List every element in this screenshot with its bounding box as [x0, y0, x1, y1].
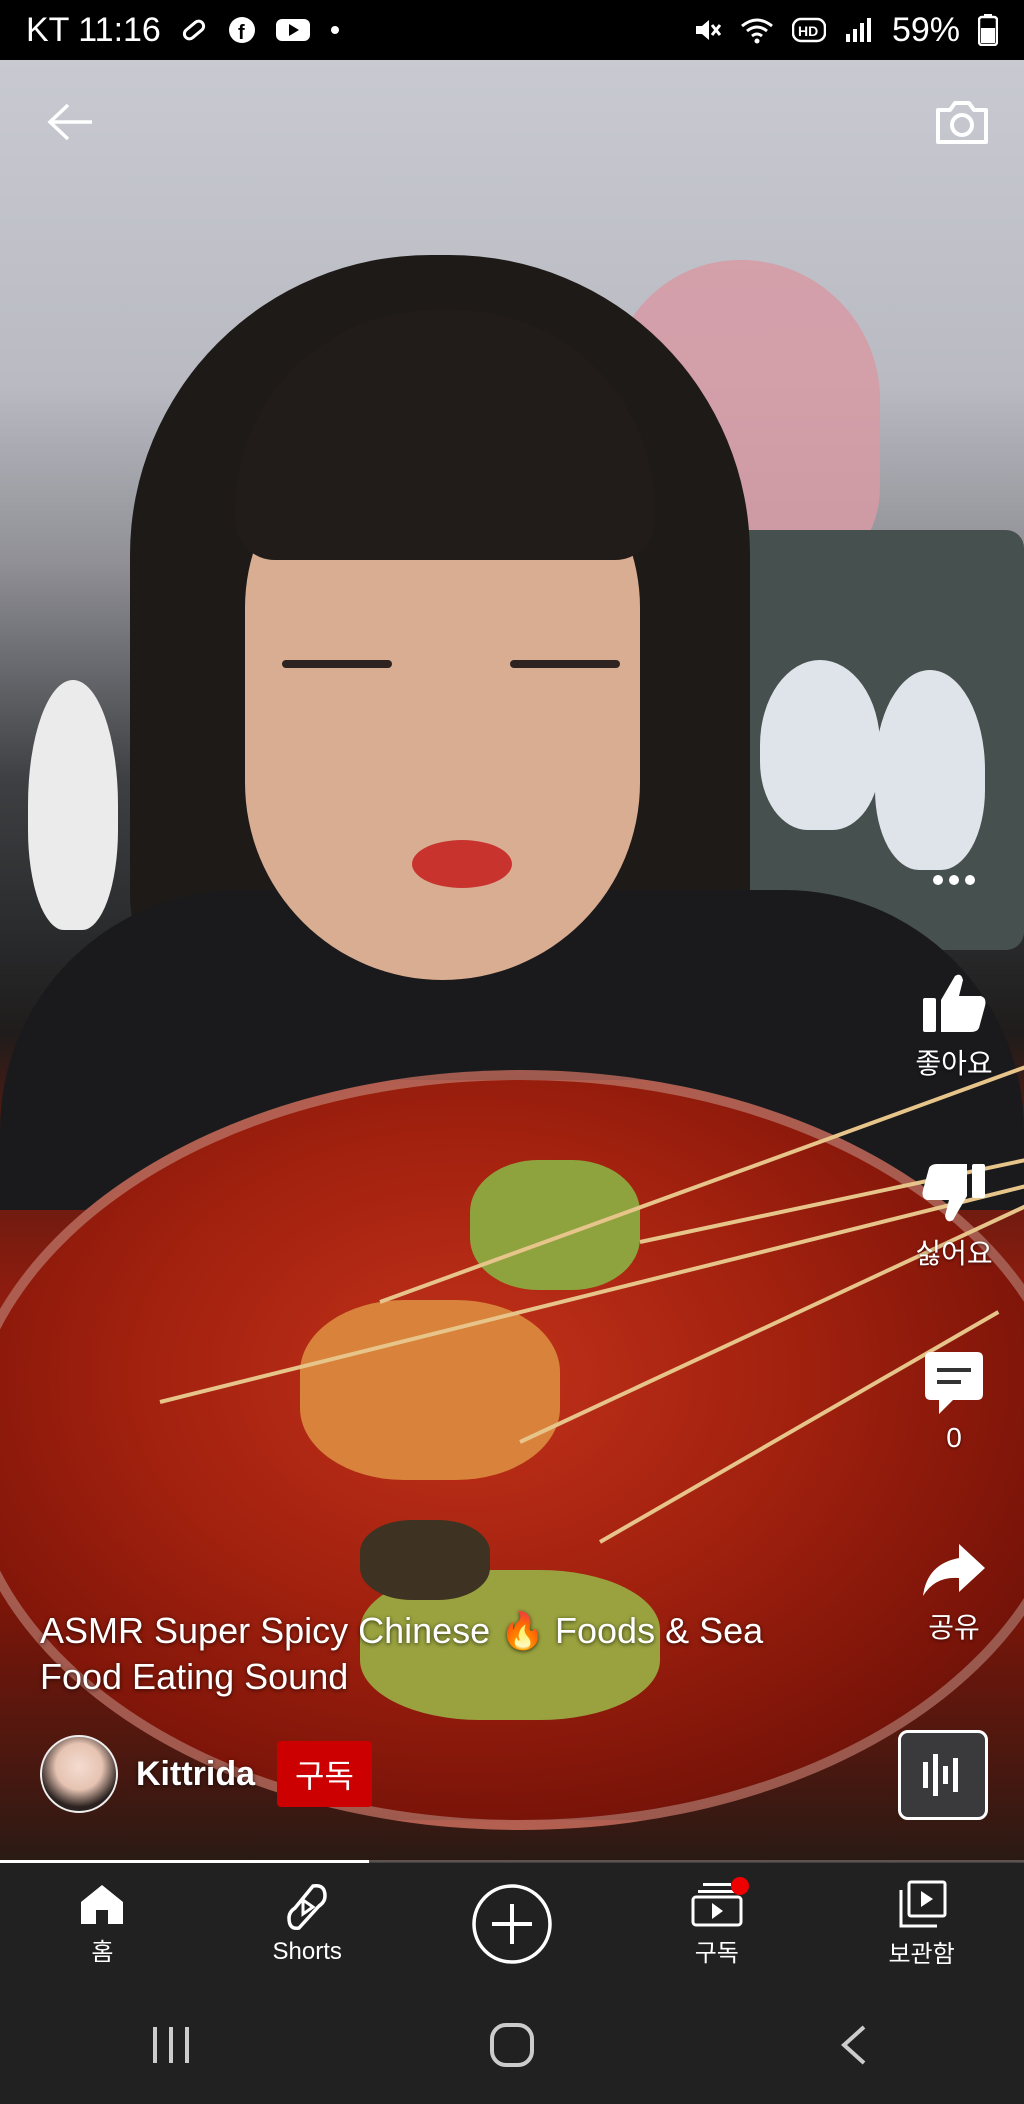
plush-toy [760, 660, 880, 830]
youtube-icon [275, 16, 311, 44]
home-icon [81, 1884, 124, 1924]
like-label: 좋아요 [915, 1048, 993, 1079]
comments-count: 0 [946, 1422, 962, 1453]
status-right: HD 59% [692, 11, 998, 50]
food-mushroom [360, 1520, 490, 1600]
back-system-button[interactable] [793, 2005, 913, 2085]
food-tofu [300, 1300, 560, 1480]
home-system-icon [489, 2022, 534, 2067]
mute-icon [692, 15, 722, 45]
top-controls [0, 60, 1024, 180]
dislike-button[interactable]: 싫어요 [884, 1160, 1024, 1272]
subscriptions-icon-wrap [691, 1876, 749, 1927]
like-button[interactable]: 좋아요 [884, 970, 1024, 1082]
subscribe-button[interactable]: 구독 [277, 1741, 372, 1807]
dislike-label: 싫어요 [915, 1238, 993, 1269]
recent-apps-icon [152, 2026, 189, 2063]
person-eye [282, 660, 392, 668]
status-bar: KT 11:16 f HD 59% [0, 0, 1024, 60]
battery-icon [978, 14, 998, 46]
shorts-icon [287, 1883, 327, 1931]
plush-toy [28, 680, 118, 930]
channel-row: Kittrida 구독 [40, 1734, 372, 1814]
person-eye [510, 660, 620, 668]
nav-label-shorts: Shorts [272, 1938, 342, 1965]
library-icon [899, 1880, 947, 1927]
hd-icon: HD [791, 17, 826, 43]
signal-icon [844, 16, 874, 44]
notification-dot [730, 1876, 749, 1895]
nav-label-subscriptions: 구독 [694, 1939, 739, 1967]
create-icon [472, 1884, 552, 1964]
svg-text:HD: HD [798, 23, 818, 39]
food-broccoli [470, 1160, 640, 1290]
comment-icon [925, 1352, 983, 1414]
share-label: 공유 [928, 1612, 980, 1643]
sound-thumbnail-button[interactable] [898, 1730, 988, 1820]
bandage-icon [179, 15, 209, 45]
battery-percent: 59% [891, 10, 960, 49]
nav-item-create[interactable] [412, 1882, 612, 1966]
channel-name[interactable]: Kittrida [136, 1755, 255, 1794]
back-system-icon [841, 2025, 866, 2064]
sound-waveform-icon [923, 1754, 958, 1796]
svg-text:f: f [238, 22, 245, 44]
bottom-nav: 홈 Shorts 구독 보관함 [0, 1863, 1024, 1985]
share-icon [923, 1544, 985, 1596]
camera-icon [936, 101, 988, 144]
dot-icon [329, 24, 341, 36]
facebook-icon: f [227, 15, 257, 45]
person-lips [412, 840, 512, 888]
back-arrow-icon [47, 103, 92, 141]
nav-item-shorts[interactable]: Shorts [207, 1882, 407, 1966]
thumbs-up-icon [923, 974, 986, 1032]
nav-label-library: 보관함 [888, 1940, 955, 1968]
back-button[interactable] [42, 94, 98, 150]
home-system-button[interactable] [452, 2005, 572, 2085]
plush-toy [875, 670, 985, 870]
comments-button[interactable]: 0 [884, 1350, 1024, 1454]
status-time: KT 11:16 [26, 10, 161, 49]
video-title[interactable]: ASMR Super Spicy Chinese 🔥 Foods & Sea F… [40, 1608, 840, 1700]
video-player[interactable] [0, 60, 1024, 1862]
nav-item-home[interactable]: 홈 [2, 1882, 202, 1967]
camera-button[interactable] [932, 94, 992, 150]
nav-item-subscriptions[interactable]: 구독 [617, 1876, 817, 1968]
system-nav-bar [0, 1985, 1024, 2104]
wifi-icon [740, 16, 774, 44]
recent-apps-button[interactable] [111, 2005, 231, 2085]
nav-label-home: 홈 [91, 1938, 114, 1966]
status-left: KT 11:16 f [26, 11, 341, 50]
more-options-button[interactable] [922, 860, 986, 900]
more-dots-icon [933, 875, 975, 885]
thumbs-down-icon [922, 1164, 985, 1222]
share-button[interactable]: 공유 [884, 1540, 1024, 1646]
channel-avatar[interactable] [40, 1735, 118, 1813]
nav-item-library[interactable]: 보관함 [822, 1880, 1022, 1969]
